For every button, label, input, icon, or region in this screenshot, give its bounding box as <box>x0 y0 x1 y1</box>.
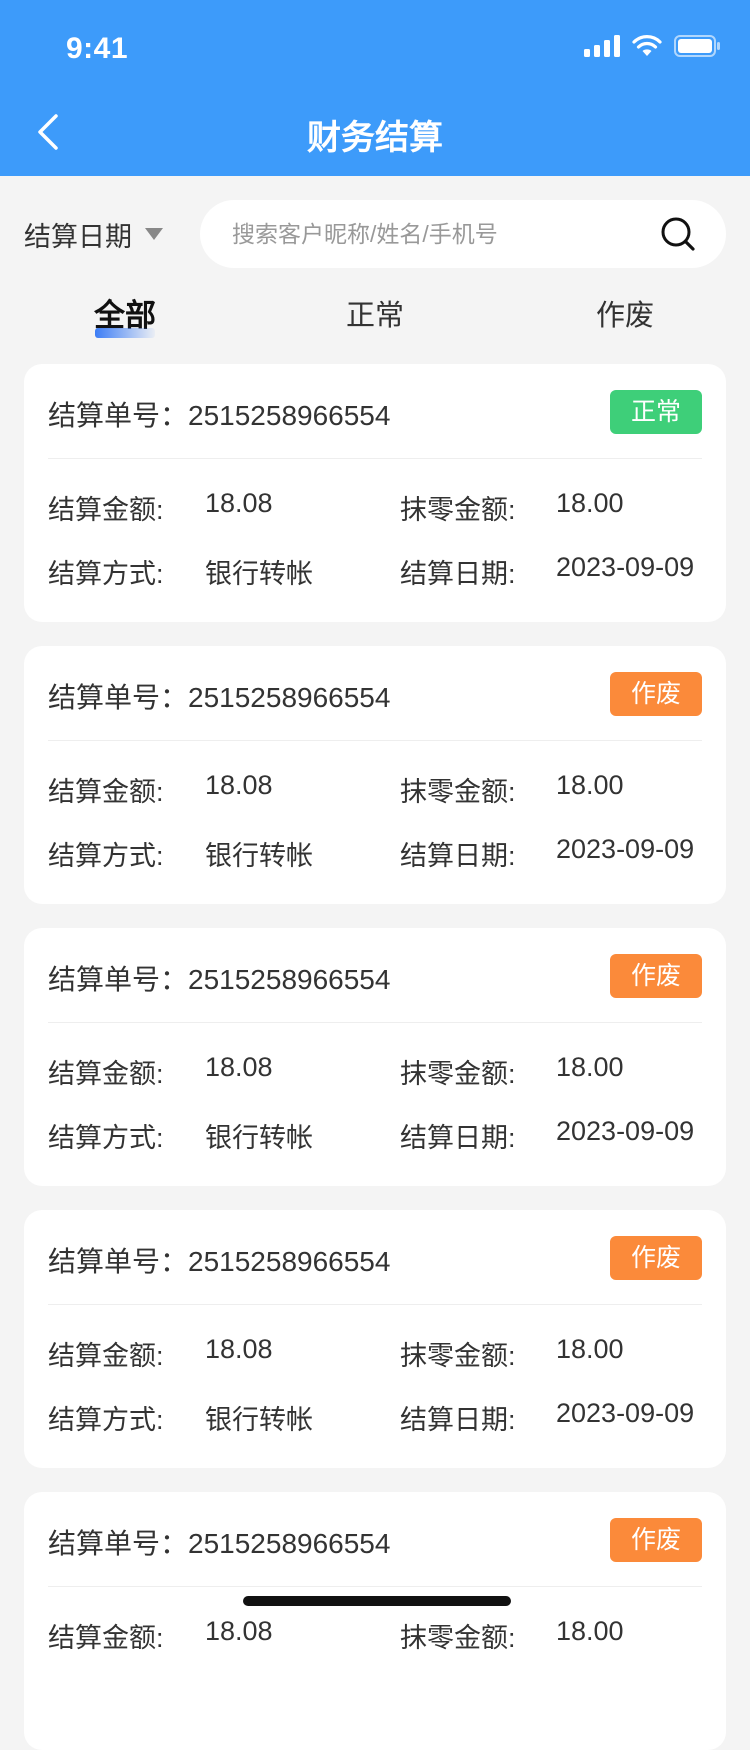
status-tabs: 全部 正常 作废 <box>0 288 750 348</box>
rounding-label: 抹零金额: <box>400 1623 516 1653</box>
order-number-label: 结算单号： <box>48 964 189 995</box>
page-title: 财务结算 <box>307 119 443 157</box>
method-value: 银行转帐 <box>205 841 313 871</box>
app-header: 9:41 财务结算 <box>0 0 750 176</box>
settlement-card[interactable]: 结算单号：2515258966554 正常 结算金额: 18.08 抹零金额: … <box>24 364 726 622</box>
battery-icon <box>674 35 720 57</box>
method-label: 结算方式: <box>48 841 164 871</box>
method-label: 结算方式: <box>48 559 164 589</box>
rounding-value: 18.00 <box>556 1052 624 1082</box>
rounding-value: 18.00 <box>556 488 624 518</box>
order-number-value: 2515258966554 <box>188 682 391 713</box>
amount-label: 结算金额: <box>48 495 164 525</box>
wifi-icon <box>632 35 662 56</box>
settlement-card[interactable]: 结算单号：2515258966554 作废 结算金额: 18.08 抹零金额: … <box>24 646 726 904</box>
status-badge: 作废 <box>610 672 702 716</box>
amount-value: 18.08 <box>205 770 273 800</box>
date-label: 结算日期: <box>400 1123 516 1153</box>
rounding-label: 抹零金额: <box>400 495 516 525</box>
settlement-card[interactable]: 结算单号：2515258966554 作废 结算金额: 18.08 抹零金额: … <box>24 1210 726 1468</box>
order-number: 结算单号：2515258966554 <box>48 394 390 434</box>
status-badge: 作废 <box>610 954 702 998</box>
order-number-label: 结算单号： <box>48 1246 189 1277</box>
date-value: 2023-09-09 <box>556 1116 695 1146</box>
method-value: 银行转帐 <box>205 559 313 589</box>
date-label: 结算日期: <box>400 1405 516 1435</box>
date-label: 结算日期: <box>400 559 516 589</box>
rounding-label: 抹零金额: <box>400 1059 516 1089</box>
rounding-value: 18.00 <box>556 1616 624 1646</box>
order-number: 结算单号：2515258966554 <box>48 1522 390 1562</box>
amount-value: 18.08 <box>205 1334 273 1364</box>
amount-label: 结算金额: <box>48 1341 164 1371</box>
tab-void[interactable]: 作废 <box>555 288 695 348</box>
rounding-value: 18.00 <box>556 770 624 800</box>
rounding-label: 抹零金额: <box>400 777 516 807</box>
tab-void-label: 作废 <box>595 300 654 332</box>
amount-label: 结算金额: <box>48 1059 164 1089</box>
tab-all[interactable]: 全部 <box>55 288 195 348</box>
order-number-label: 结算单号： <box>48 400 189 431</box>
settlement-card[interactable]: 结算单号：2515258966554 作废 结算金额: 18.08 抹零金额: … <box>24 1492 726 1750</box>
amount-value: 18.08 <box>205 488 273 518</box>
card-divider <box>48 1586 702 1587</box>
settlement-card[interactable]: 结算单号：2515258966554 作废 结算金额: 18.08 抹零金额: … <box>24 928 726 1186</box>
card-divider <box>48 458 702 459</box>
card-divider <box>48 1022 702 1023</box>
card-divider <box>48 1304 702 1305</box>
caret-down-icon <box>145 228 163 240</box>
status-badge: 正常 <box>610 390 702 434</box>
date-filter-dropdown[interactable]: 结算日期 <box>24 200 164 268</box>
date-value: 2023-09-09 <box>556 552 695 582</box>
order-number-label: 结算单号： <box>48 682 189 713</box>
method-value: 银行转帐 <box>205 1405 313 1435</box>
order-number-value: 2515258966554 <box>188 400 391 431</box>
status-badge: 作废 <box>610 1236 702 1280</box>
order-number: 结算单号：2515258966554 <box>48 676 390 716</box>
search-icon[interactable] <box>660 216 696 252</box>
order-number-value: 2515258966554 <box>188 1528 391 1559</box>
rounding-label: 抹零金额: <box>400 1341 516 1371</box>
status-badge: 作废 <box>610 1518 702 1562</box>
amount-value: 18.08 <box>205 1052 273 1082</box>
home-indicator <box>243 1596 511 1606</box>
amount-label: 结算金额: <box>48 1623 164 1653</box>
search-box <box>200 200 726 268</box>
tab-active-indicator <box>95 328 155 338</box>
order-number-label: 结算单号： <box>48 1528 189 1559</box>
amount-value: 18.08 <box>205 1616 273 1646</box>
card-divider <box>48 740 702 741</box>
method-value: 银行转帐 <box>205 1123 313 1153</box>
status-icons <box>584 34 720 58</box>
signal-icon <box>584 35 620 57</box>
order-number-value: 2515258966554 <box>188 964 391 995</box>
date-label: 结算日期: <box>400 841 516 871</box>
date-filter-label: 结算日期 <box>24 221 132 252</box>
method-label: 结算方式: <box>48 1123 164 1153</box>
tab-normal[interactable]: 正常 <box>305 288 445 348</box>
date-value: 2023-09-09 <box>556 1398 695 1428</box>
amount-label: 结算金额: <box>48 777 164 807</box>
status-time: 9:41 <box>66 32 129 65</box>
date-value: 2023-09-09 <box>556 834 695 864</box>
method-label: 结算方式: <box>48 1405 164 1435</box>
order-number: 结算单号：2515258966554 <box>48 1240 390 1280</box>
rounding-value: 18.00 <box>556 1334 624 1364</box>
order-number-value: 2515258966554 <box>188 1246 391 1277</box>
order-number: 结算单号：2515258966554 <box>48 958 390 998</box>
search-input[interactable] <box>232 214 652 254</box>
tab-normal-label: 正常 <box>345 300 404 332</box>
filter-row: 结算日期 <box>0 200 750 268</box>
